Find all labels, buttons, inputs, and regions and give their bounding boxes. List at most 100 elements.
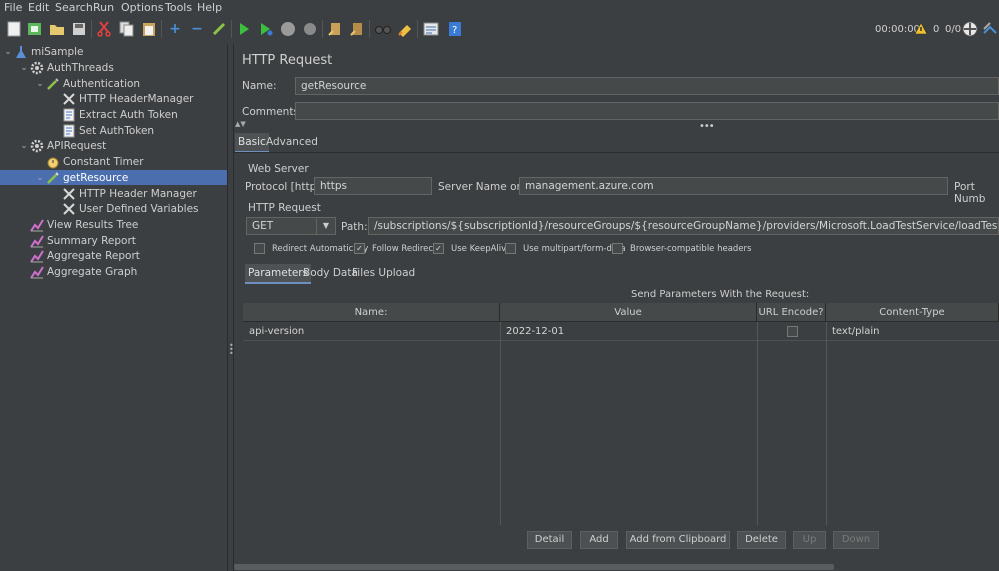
copy-icon[interactable] (118, 20, 136, 38)
chevron-down-icon[interactable]: ⌄ (2, 47, 14, 57)
toggle-icon[interactable] (210, 20, 228, 38)
redirect-automatically-checkbox[interactable]: Redirect Automatically (254, 243, 368, 254)
reset-search-icon[interactable] (396, 20, 414, 38)
detail-button[interactable]: Detail (527, 531, 572, 549)
chart-icon (30, 265, 44, 279)
name-field[interactable]: getResource (295, 77, 999, 95)
new-icon[interactable] (5, 20, 23, 38)
path-field[interactable]: /subscriptions/${subscriptionId}/resourc… (368, 217, 999, 235)
delete-button[interactable]: Delete (737, 531, 786, 549)
templates-icon[interactable] (26, 20, 44, 38)
table-cell-name[interactable]: api-version (243, 323, 500, 340)
tree-node-script[interactable]: Set AuthToken (62, 123, 224, 138)
tree-node-label: getResource (63, 171, 129, 184)
tree-node-test-plan[interactable]: ⌄ miSample (2, 44, 224, 59)
horizontal-scrollbar[interactable] (234, 563, 999, 571)
start-no-pause-icon[interactable] (257, 20, 275, 38)
up-button[interactable]: Up (793, 531, 826, 549)
tree-node-config[interactable]: HTTP HeaderManager (62, 91, 224, 106)
checkbox-box[interactable] (505, 243, 516, 254)
column-header-name[interactable]: Name: (243, 303, 500, 322)
menu-edit[interactable]: Edit (28, 1, 49, 14)
menu-search[interactable]: Search (55, 1, 93, 14)
tree-node-sampler[interactable]: ⌄ Authentication (34, 76, 224, 91)
tree-node-thread-group[interactable]: ⌄ AuthThreads (18, 60, 224, 75)
chevron-down-icon[interactable]: ⌄ (34, 173, 46, 183)
tree-node-config[interactable]: User Defined Variables (62, 201, 224, 216)
tree-node-script[interactable]: Extract Auth Token (62, 107, 224, 122)
stop-icon[interactable] (279, 20, 297, 38)
multipart-checkbox[interactable]: Use multipart/form-data (505, 243, 626, 254)
menu-options[interactable]: Options (121, 1, 163, 14)
collapse-icon[interactable]: − (188, 20, 206, 38)
pipette-icon (46, 77, 60, 91)
drag-handle-icon[interactable]: ••• (699, 121, 715, 132)
parameters-table[interactable]: Name: Value URL Encode? Content-Type api… (243, 303, 999, 525)
tree-node-listener[interactable]: Summary Report (30, 233, 224, 248)
start-icon[interactable] (235, 20, 253, 38)
protocol-field[interactable]: https (314, 177, 432, 195)
menu-help[interactable]: Help (197, 1, 222, 14)
table-cell-value[interactable]: 2022-12-01 (500, 323, 757, 340)
server-field[interactable]: management.azure.com (519, 177, 948, 195)
column-header-content-type[interactable]: Content-Type (826, 303, 999, 322)
tree-node-timer[interactable]: Constant Timer (46, 154, 224, 169)
checkmark-icon[interactable]: ✓ (354, 243, 365, 254)
search-icon[interactable] (374, 20, 392, 38)
tree-node-sampler-selected[interactable]: ⌄ getResource (0, 170, 227, 185)
comments-field[interactable] (295, 102, 999, 120)
checkbox-label: Follow Redirects (372, 243, 441, 254)
log-toggle-icon[interactable] (982, 21, 998, 40)
column-header-url-encode[interactable]: URL Encode? (757, 303, 826, 322)
column-header-value[interactable]: Value (500, 303, 757, 322)
shutdown-icon[interactable] (301, 20, 319, 38)
menu-run[interactable]: Run (93, 1, 114, 14)
clear-all-icon[interactable] (348, 20, 366, 38)
chevron-down-icon[interactable]: ⌄ (18, 63, 30, 73)
warning-icon[interactable] (914, 22, 928, 38)
tree-node-listener[interactable]: View Results Tree (30, 217, 224, 232)
wrench-icon (62, 187, 76, 201)
protocol-label: Protocol [http]: (245, 181, 324, 193)
cut-icon[interactable] (95, 20, 113, 38)
menu-tools[interactable]: Tools (165, 1, 192, 14)
scrollbar-thumb[interactable] (234, 564, 834, 570)
down-button[interactable]: Down (833, 531, 879, 549)
remote-icon[interactable] (962, 21, 978, 40)
paste-icon[interactable] (140, 20, 158, 38)
checkbox-box[interactable] (254, 243, 265, 254)
tree-node-config[interactable]: HTTP Header Manager (62, 186, 224, 201)
follow-redirects-checkbox[interactable]: ✓ Follow Redirects (354, 243, 441, 254)
method-select[interactable]: GET ▼ (246, 217, 336, 235)
tab-advanced[interactable]: Advanced (263, 133, 321, 151)
browser-compatible-checkbox[interactable]: Browser-compatible headers (612, 243, 751, 254)
function-helper-icon[interactable] (422, 20, 440, 38)
checkmark-icon[interactable]: ✓ (433, 243, 444, 254)
url-encode-checkbox[interactable] (757, 323, 826, 340)
expand-icon[interactable]: + (166, 20, 184, 38)
use-keepalive-checkbox[interactable]: ✓ Use KeepAlive (433, 243, 511, 254)
chevron-down-icon[interactable]: ▼ (316, 218, 335, 234)
stopwatch-icon (46, 155, 60, 169)
menu-file[interactable]: File (4, 1, 22, 14)
collapse-arrows-icon[interactable]: ▲▼ (235, 120, 246, 128)
add-from-clipboard-button[interactable]: Add from Clipboard (626, 531, 730, 549)
tree-node-label: AuthThreads (47, 61, 114, 74)
test-plan-tree[interactable]: ⌄ miSample ⌄ AuthThreads ⌄ Authenticatio… (0, 44, 228, 571)
save-icon[interactable] (70, 20, 88, 38)
table-row[interactable]: api-version 2022-12-01 text/plain (243, 323, 999, 341)
collapse-bar[interactable]: ▲▼ ••• (234, 120, 999, 133)
tree-node-label: Authentication (63, 77, 141, 90)
chevron-down-icon[interactable]: ⌄ (34, 79, 46, 89)
chevron-down-icon[interactable]: ⌄ (18, 141, 30, 151)
checkbox-box[interactable] (612, 243, 623, 254)
tree-node-listener[interactable]: Aggregate Report (30, 248, 224, 263)
table-cell-content-type[interactable]: text/plain (826, 323, 999, 340)
help-icon[interactable]: ? (446, 20, 464, 38)
clear-icon[interactable] (326, 20, 344, 38)
tree-node-listener[interactable]: Aggregate Graph (30, 264, 224, 279)
open-icon[interactable] (48, 20, 66, 38)
tab-files-upload[interactable]: Files Upload (349, 264, 418, 282)
add-button[interactable]: Add (580, 531, 618, 549)
tree-node-thread-group[interactable]: ⌄ APIRequest (18, 138, 224, 153)
